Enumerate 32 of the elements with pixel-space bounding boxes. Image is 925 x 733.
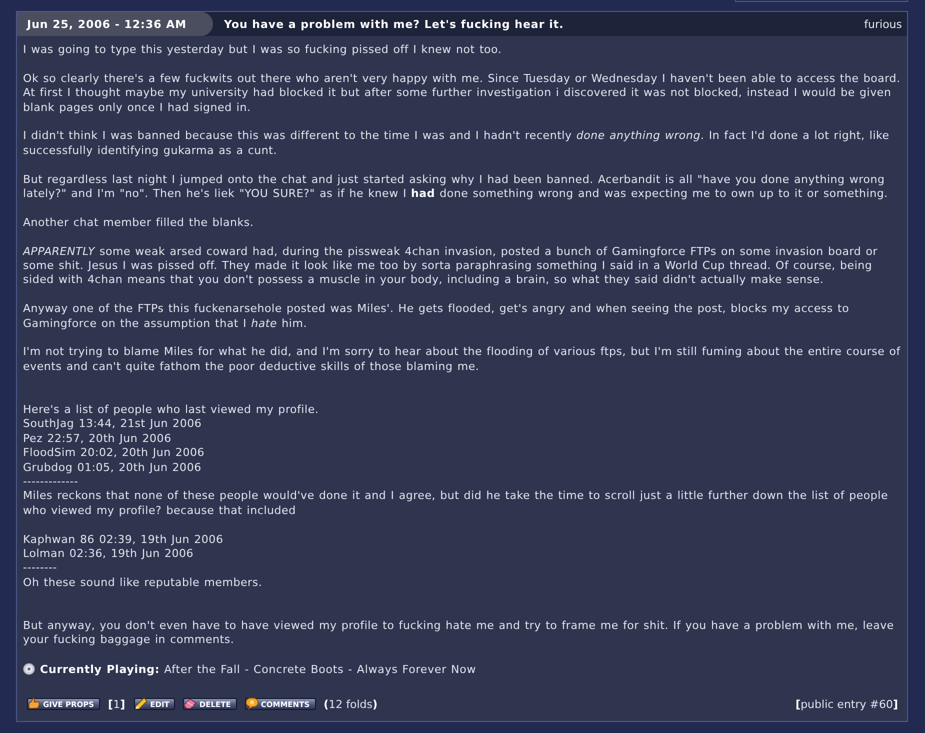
body-text: I was going to type this yesterday but I was so fucking pissed off I knew not too. [23,43,503,58]
body-text: Ok so clearly there's a few fuckwits out there who aren't very happy with me. Since Tuesday or Wednesday I haven't been able to access the board. At first I thought maybe my university had blocked it but after some further investigation i discovered it was not blocked, instead I would be given blank pages only once I had signed in. [23,72,902,116]
pencil-icon [134,697,148,710]
body-text: Lolman 02:36, 19th Jun 2006 [23,547,195,562]
body-text: I didn't think I was banned because this was different to the time I was and I hadn't recently done anything wrong. In fact I'd done a lot right, like successfully identifying gukarma as a cunt. [23,129,890,158]
body-text: I'm not trying to blame Miles for what he did, and I'm sorry to hear about the flooding of various ftps, but I'm still fuming about the entire course of events and can't quite fathom the poor deductive skills of those blaming me. [23,345,902,374]
body-text: Grubdog 01:05, 20th Jun 2006 [23,460,202,476]
entry-title: You have a problem with me? Let's fucking hear it. [224,18,565,30]
body-text: Oh these sound like reputable members. [23,576,264,590]
body-text: Kaphwan 86 02:39, 19th Jun 2006 [23,532,224,548]
currently-playing-text: Currently Playing: After the Fall - Concrete Boots - Always Forever Now [40,662,476,676]
entry-info-text: [public entry #60] [796,698,898,711]
body-text: APPARENTLY some weak arsed coward had, during the pissweak 4chan invasion, posted a bunch of Gamingforce FTPs on some invasion board or some shit. Jesus I was pissed off. They made it look like me too by sorta paraphrasing something I said in a World Cup thread. Of course, being sided with 4chan means that you don't possess a muscle in your body, including a brain, so what they said didn't actually make sense. [23,244,879,288]
body-text: But regardless last night I jumped onto the chat and just started asking why I had been banned. Acerbandit is all "have you done anything wrong lately?" and I'm "no". Then he's liek "YOU SURE?" as if he knew I had done something wrong and was expecting me to own up to it or something. [23,172,889,202]
count-text: [1] [108,698,126,711]
count-text: (12 folds) [324,698,378,711]
speech-bubble-icon [244,697,259,710]
eraser-icon [183,697,198,710]
body-text: -------- [23,561,58,576]
body-text: But anyway, you don't even have to have viewed my profile to fucking hate me and try to frame me for shit. If you have a problem with me, leave your fucking baggage in comments. [23,619,895,648]
entry-date: Jun 25, 2006 - 12:36 AM [17,12,213,36]
body-text: Here's a list of people who last viewed my profile. [23,403,320,418]
body-text: Anyway one of the FTPs this fuckenarsehole posted was Miles'. He gets flooded, get's angry and when seeing the post, blocks my access to Gamingforce on the assumption that I hate him. [23,302,850,332]
body-text: Miles reckons that none of these people would've done it and I agree, but did he take the time to scroll just a little further down the list of people who viewed my profile? because that included [23,489,890,518]
body-text: ------------- [23,475,80,490]
body-text: Pez 22:57, 20th Jun 2006 [23,432,172,446]
hand-icon [27,697,41,710]
mood-text: furious [864,18,903,30]
body-text: FloodSim 20:02, 20th Jun 2006 [23,446,206,461]
body-text: Another chat member filled the blanks. [23,216,255,230]
body-text: SouthJag 13:44, 21st Jun 2006 [23,417,203,432]
disc-icon [23,663,35,676]
